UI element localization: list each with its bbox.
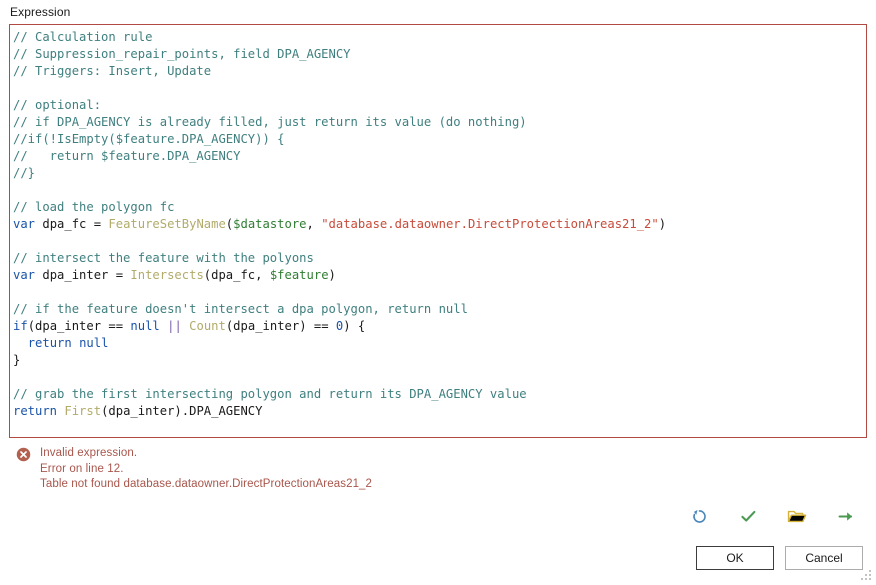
code-line: //if(!IsEmpty($feature.DPA_AGENCY)) { (13, 131, 866, 148)
code-token: ) (658, 217, 667, 231)
code-line: return First(dpa_inter).DPA_AGENCY (13, 403, 866, 420)
code-token: dpa_fc = (35, 217, 109, 231)
code-token: ) (328, 268, 336, 282)
code-token: ) { (343, 319, 366, 333)
resize-grip[interactable] (861, 570, 874, 583)
run-icon[interactable] (835, 505, 857, 527)
code-token: // if DPA_AGENCY is already filled, just… (13, 115, 527, 129)
code-line: //} (13, 165, 866, 182)
code-line: return null (13, 335, 866, 352)
cancel-button[interactable]: Cancel (785, 546, 863, 570)
code-line: // intersect the feature with the polyon… (13, 250, 866, 267)
code-token: $datastore (233, 217, 307, 231)
expression-field-label: Expression (10, 5, 71, 19)
validation-error-block: Invalid expression. Error on line 12. Tabl… (16, 446, 372, 493)
code-token: First (64, 404, 102, 418)
error-message-line: Table not found database.dataowner.Direc… (40, 478, 373, 490)
code-line: // optional: (13, 97, 866, 114)
code-token: null (130, 319, 160, 333)
code-token: || (167, 319, 182, 333)
code-token: // if the feature doesn't intersect a dp… (13, 302, 468, 316)
code-line: if(dpa_inter == null || Count(dpa_inter)… (13, 318, 866, 335)
code-line: // return $feature.DPA_AGENCY (13, 148, 866, 165)
code-token: // Suppression_repair_points, field DPA_… (13, 47, 351, 61)
code-token: // grab the first intersecting polygon a… (13, 387, 527, 401)
code-token: (dpa_fc, (203, 268, 270, 282)
verify-icon[interactable] (737, 505, 759, 527)
error-message-line: Invalid expression. (40, 447, 138, 459)
code-line: } (13, 352, 866, 369)
code-token: null (79, 336, 109, 350)
code-token: //if(!IsEmpty($feature.DPA_AGENCY)) { (13, 132, 285, 146)
code-line: // Calculation rule (13, 29, 866, 46)
code-line: var dpa_inter = Intersects(dpa_fc, $feat… (13, 267, 866, 284)
code-token: "database.dataowner.DirectProtectionArea… (321, 217, 659, 231)
code-line: // Suppression_repair_points, field DPA_… (13, 46, 866, 63)
code-line: // if the feature doesn't intersect a dp… (13, 301, 866, 318)
code-token: } (13, 353, 21, 367)
expression-code-editor[interactable]: // Calculation rule // Suppression_repair… (9, 24, 867, 438)
code-token: // load the polygon fc (13, 200, 175, 214)
code-token: (dpa_inter == (27, 319, 131, 333)
ok-button[interactable]: OK (696, 546, 774, 570)
dialog-button-bar: OK Cancel (696, 546, 863, 570)
error-message-line: Error on line 12. (40, 462, 124, 475)
code-token: // Triggers: Insert, Update (13, 64, 212, 78)
code-token: //} (13, 166, 36, 180)
code-token: Intersects (130, 268, 204, 282)
code-token: if (13, 319, 28, 333)
error-message-list: Invalid expression. Error on line 12. Tabl… (40, 446, 372, 493)
code-token: $feature (269, 268, 329, 282)
expression-code-text[interactable]: // Calculation rule // Suppression_repair… (10, 25, 866, 420)
code-line: // Triggers: Insert, Update (13, 63, 866, 80)
code-token: Count (189, 319, 226, 333)
code-line: var dpa_fc = FeatureSetByName($datastore… (13, 216, 866, 233)
error-circle-x-icon (16, 447, 31, 465)
code-token: (dpa_inter) == (225, 319, 336, 333)
code-token: return (27, 336, 72, 350)
code-token: var (13, 268, 36, 282)
code-token: (dpa_inter).DPA_AGENCY (101, 404, 263, 418)
code-token: , (306, 217, 322, 231)
expression-action-toolbar (688, 505, 857, 527)
open-icon[interactable] (786, 505, 808, 527)
reset-icon[interactable] (688, 505, 710, 527)
code-token: // intersect the feature with the polyon… (13, 251, 314, 265)
code-token: // optional: (13, 98, 102, 112)
code-line: // load the polygon fc (13, 199, 866, 216)
code-line: // grab the first intersecting polygon a… (13, 386, 866, 403)
code-token: // Calculation rule (13, 30, 153, 44)
code-token: FeatureSetByName (108, 217, 226, 231)
code-line: // if DPA_AGENCY is already filled, just… (13, 114, 866, 131)
code-token: return (13, 404, 58, 418)
code-token: dpa_inter = (35, 268, 131, 282)
code-token: var (13, 217, 36, 231)
code-token: // return $feature.DPA_AGENCY (13, 149, 241, 163)
